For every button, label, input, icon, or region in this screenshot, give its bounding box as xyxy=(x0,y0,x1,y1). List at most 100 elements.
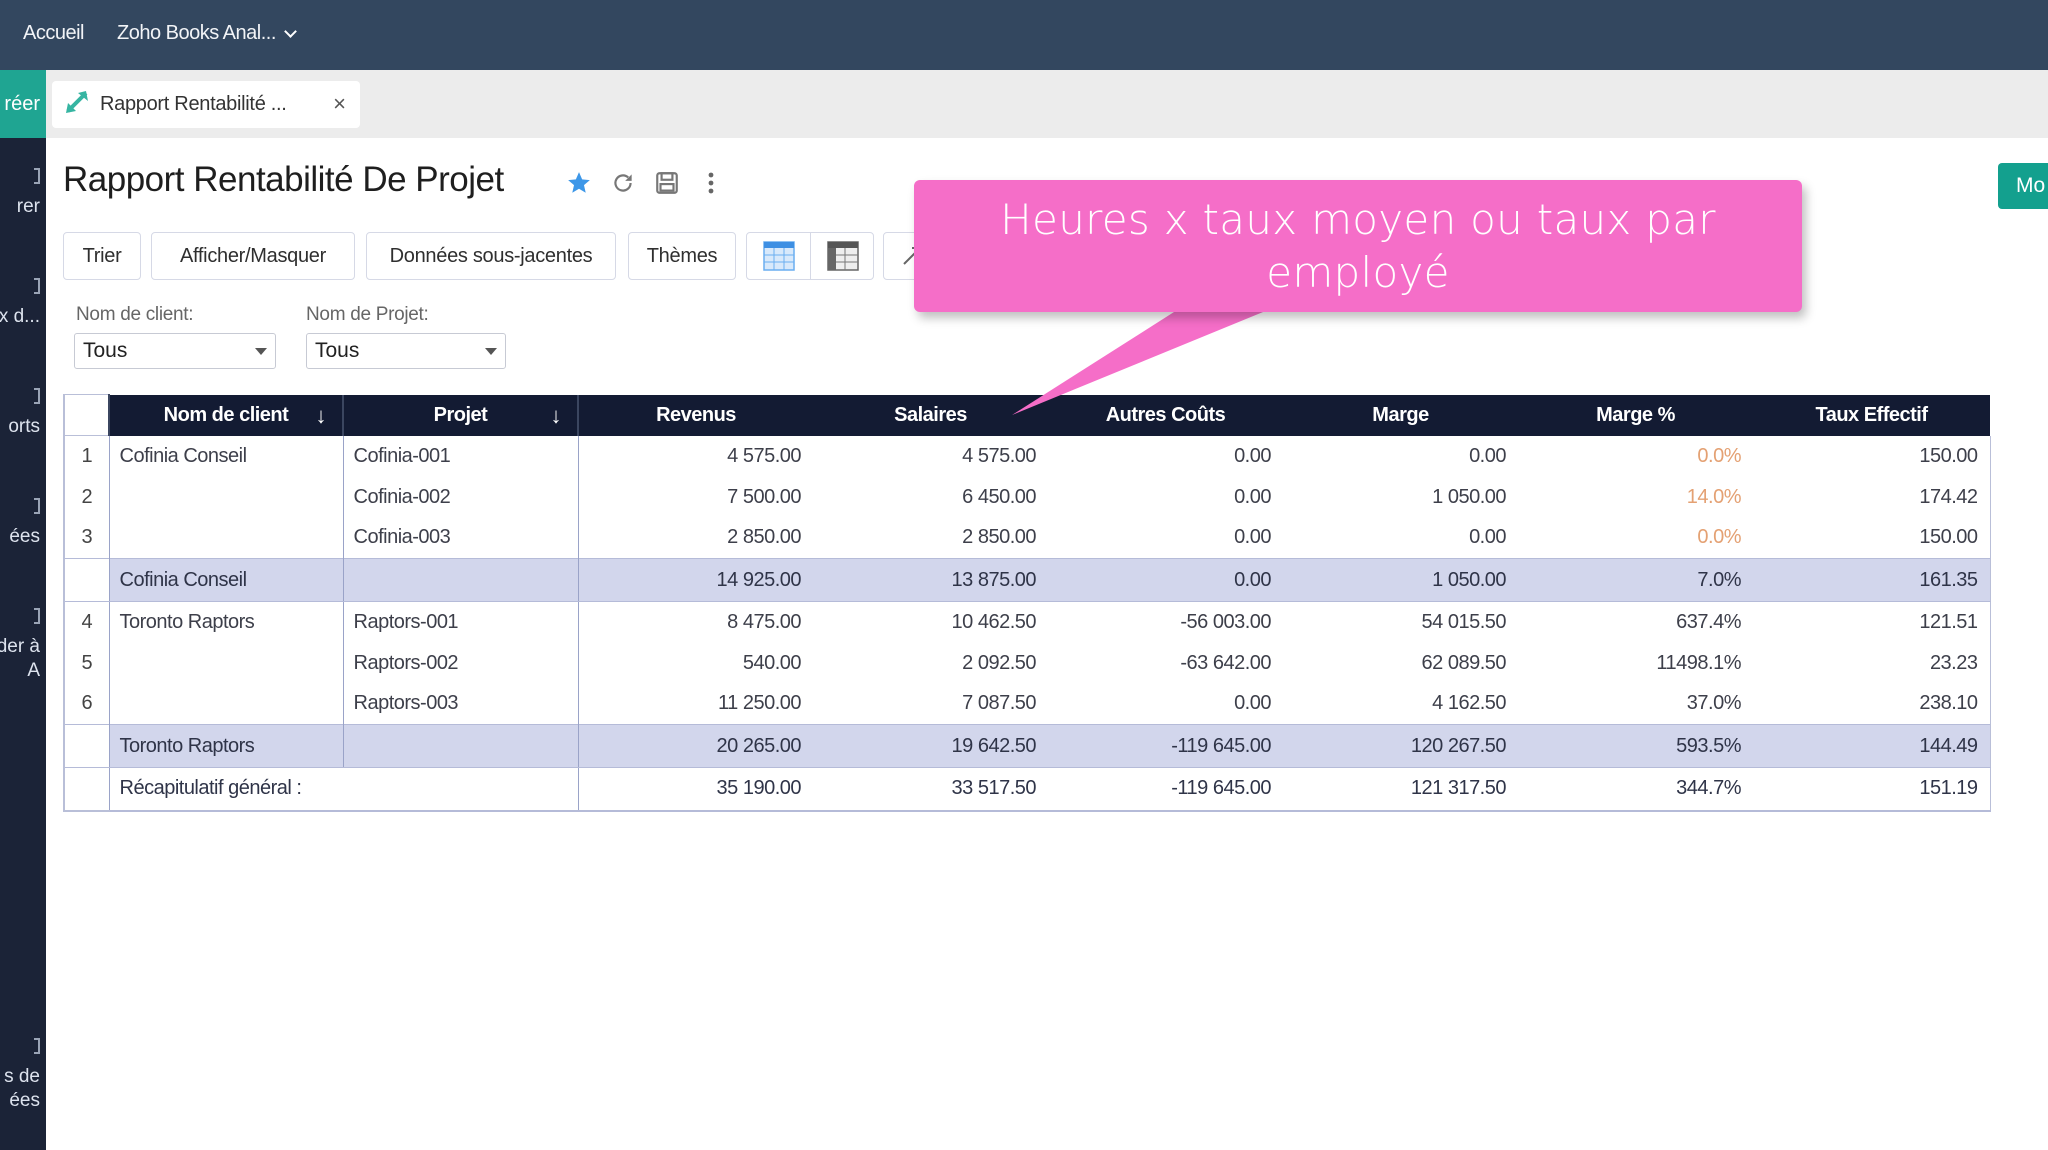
cell-marge-pct[interactable]: 7.0% xyxy=(1518,558,1753,602)
cell-client[interactable]: Toronto Raptors xyxy=(108,724,343,768)
cell-revenus[interactable]: 4 575.00 xyxy=(577,435,813,477)
cell-client[interactable] xyxy=(108,642,343,684)
cell-marge-pct[interactable]: 11498.1% xyxy=(1518,643,1753,684)
cell-marge[interactable]: 120 267.50 xyxy=(1283,724,1518,768)
cell-marge-pct[interactable]: 637.4% xyxy=(1518,602,1753,643)
column-header-marge[interactable]: Marge xyxy=(1283,394,1518,436)
sidebar-item-5[interactable]: der à A xyxy=(0,608,40,683)
sidebar-item-2[interactable]: x d... xyxy=(0,278,40,329)
mode-button[interactable]: Mo xyxy=(1998,163,2048,209)
cell-marge[interactable]: 4 162.50 xyxy=(1283,684,1518,725)
cell-autres[interactable]: -63 642.00 xyxy=(1048,643,1283,684)
cell-autres[interactable]: 0.00 xyxy=(1048,558,1283,602)
cell-marge[interactable]: 1 050.00 xyxy=(1283,477,1518,518)
cell-client[interactable]: Cofinia Conseil xyxy=(108,435,343,477)
cell-revenus[interactable]: 14 925.00 xyxy=(577,558,813,602)
column-header-project[interactable]: Projet ↓ xyxy=(342,394,578,436)
cell-client[interactable]: Toronto Raptors xyxy=(108,601,343,643)
column-header-revenus[interactable]: Revenus xyxy=(577,394,813,436)
cell-marge[interactable]: 1 050.00 xyxy=(1283,558,1518,602)
cell-project[interactable] xyxy=(342,558,578,602)
sidebar-item-3[interactable]: orts xyxy=(0,388,40,439)
cell-salaires[interactable]: 19 642.50 xyxy=(813,724,1048,768)
cell-revenus[interactable]: 540.00 xyxy=(577,642,813,684)
cell-salaires[interactable]: 13 875.00 xyxy=(813,558,1048,602)
workspace-dropdown[interactable]: Zoho Books Anal... xyxy=(117,22,297,45)
cell-revenus[interactable]: 20 265.00 xyxy=(577,724,813,768)
cell-taux[interactable]: 174.42 xyxy=(1753,476,1991,518)
cell-marge-pct[interactable]: 14.0% xyxy=(1518,477,1753,518)
table-view-icon[interactable] xyxy=(763,241,795,276)
cell-taux[interactable]: 161.35 xyxy=(1753,558,1991,602)
favorite-star-icon[interactable] xyxy=(564,168,594,198)
cell-taux[interactable]: 144.49 xyxy=(1753,724,1991,768)
grand-total-marge[interactable]: 121 317.50 xyxy=(1283,767,1518,812)
cell-taux[interactable]: 238.10 xyxy=(1753,683,1991,725)
cell-marge-pct[interactable]: 37.0% xyxy=(1518,684,1753,725)
cell-revenus[interactable]: 2 850.00 xyxy=(577,517,813,559)
column-header-salaires[interactable]: Salaires xyxy=(813,394,1048,436)
cell-project[interactable]: Cofinia-003 xyxy=(342,517,578,559)
cell-project[interactable]: Raptors-003 xyxy=(342,683,578,725)
cell-taux[interactable]: 150.00 xyxy=(1753,517,1991,559)
sort-arrow-icon[interactable]: ↓ xyxy=(316,403,327,429)
cell-revenus[interactable]: 7 500.00 xyxy=(577,476,813,518)
cell-salaires[interactable]: 7 087.50 xyxy=(813,684,1048,725)
underlying-data-button[interactable]: Données sous-jacentes xyxy=(366,232,616,280)
cell-project[interactable]: Raptors-001 xyxy=(342,601,578,643)
cell-salaires[interactable]: 2 850.00 xyxy=(813,518,1048,559)
cell-marge-pct[interactable]: 0.0% xyxy=(1518,518,1753,559)
project-filter-select[interactable]: Tous xyxy=(306,333,506,369)
cell-marge[interactable]: 54 015.50 xyxy=(1283,602,1518,643)
cell-taux[interactable]: 121.51 xyxy=(1753,601,1991,643)
grand-total-marge-pct[interactable]: 344.7% xyxy=(1518,767,1753,812)
cell-marge[interactable]: 0.00 xyxy=(1283,518,1518,559)
show-hide-button[interactable]: Afficher/Masquer xyxy=(151,232,355,280)
cell-client[interactable] xyxy=(108,476,343,518)
cell-project[interactable]: Cofinia-002 xyxy=(342,476,578,518)
cell-autres[interactable]: 0.00 xyxy=(1048,477,1283,518)
cell-salaires[interactable]: 2 092.50 xyxy=(813,643,1048,684)
column-header-marge-pct[interactable]: Marge % xyxy=(1518,394,1753,436)
cell-project[interactable]: Cofinia-001 xyxy=(342,435,578,477)
cell-autres[interactable]: 0.00 xyxy=(1048,684,1283,725)
nav-home-link[interactable]: Accueil xyxy=(23,22,84,45)
cell-project[interactable] xyxy=(342,724,578,768)
close-icon[interactable]: × xyxy=(333,91,346,117)
cell-autres[interactable]: -119 645.00 xyxy=(1048,724,1283,768)
cell-revenus[interactable]: 8 475.00 xyxy=(577,601,813,643)
cell-salaires[interactable]: 6 450.00 xyxy=(813,477,1048,518)
column-header-client[interactable]: Nom de client ↓ xyxy=(108,394,343,436)
cell-marge-pct[interactable]: 593.5% xyxy=(1518,724,1753,768)
tab-report[interactable]: Rapport Rentabilité ... × xyxy=(52,81,360,128)
sidebar-item-4[interactable]: ées xyxy=(0,498,40,549)
cell-client[interactable]: Cofinia Conseil xyxy=(108,558,343,602)
cell-autres[interactable]: -56 003.00 xyxy=(1048,602,1283,643)
column-header-taux-effectif[interactable]: Taux Effectif xyxy=(1753,394,1990,436)
cell-client[interactable] xyxy=(108,683,343,725)
cell-taux[interactable]: 23.23 xyxy=(1753,642,1991,684)
grand-total-revenus[interactable]: 35 190.00 xyxy=(578,767,813,812)
more-options-icon[interactable] xyxy=(696,168,726,198)
cell-autres[interactable]: 0.00 xyxy=(1048,436,1283,477)
sort-button[interactable]: Trier xyxy=(63,232,141,280)
cell-salaires[interactable]: 4 575.00 xyxy=(813,436,1048,477)
save-icon[interactable] xyxy=(652,168,682,198)
grand-total-salaires[interactable]: 33 517.50 xyxy=(813,767,1048,812)
sidebar-item-6[interactable]: s de ées xyxy=(0,1038,40,1113)
sidebar-item-1[interactable]: rer xyxy=(0,168,40,219)
cell-revenus[interactable]: 11 250.00 xyxy=(577,683,813,725)
sort-arrow-icon[interactable]: ↓ xyxy=(551,403,562,429)
cell-marge-pct[interactable]: 0.0% xyxy=(1518,436,1753,477)
cell-client[interactable] xyxy=(108,517,343,559)
grand-total-autres[interactable]: -119 645.00 xyxy=(1048,767,1283,812)
client-filter-select[interactable]: Tous xyxy=(74,333,276,369)
column-header-autres-couts[interactable]: Autres Coûts xyxy=(1048,394,1283,436)
grand-total-taux[interactable]: 151.19 xyxy=(1753,767,1991,812)
cell-taux[interactable]: 150.00 xyxy=(1753,435,1991,477)
cell-project[interactable]: Raptors-002 xyxy=(342,642,578,684)
cell-marge[interactable]: 62 089.50 xyxy=(1283,643,1518,684)
pivot-view-icon[interactable] xyxy=(827,241,859,276)
cell-autres[interactable]: 0.00 xyxy=(1048,518,1283,559)
cell-marge[interactable]: 0.00 xyxy=(1283,436,1518,477)
